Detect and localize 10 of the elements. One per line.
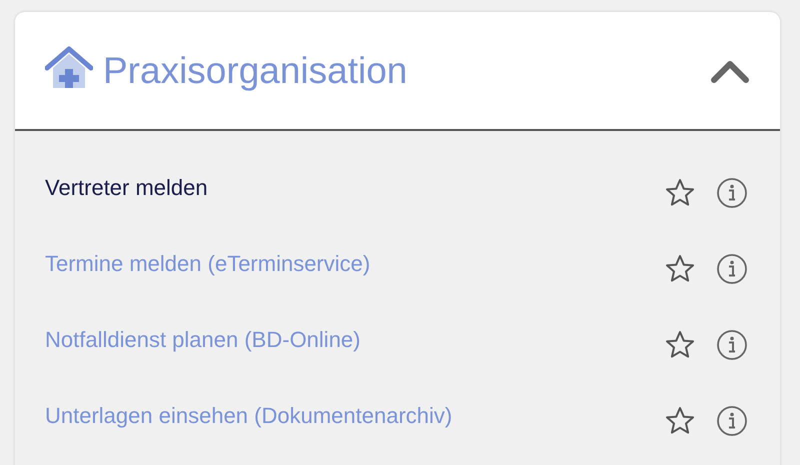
menu-link[interactable]: Unterlagen einsehen (Dokumentenarchiv) <box>45 403 664 429</box>
info-icon[interactable] <box>716 253 748 285</box>
info-icon[interactable] <box>716 405 748 437</box>
medical-house-icon <box>45 46 93 90</box>
info-icon[interactable] <box>716 329 748 361</box>
menu-link[interactable]: Termine melden (eTerminservice) <box>45 251 664 277</box>
menu-link[interactable]: Notfalldienst planen (BD-Online) <box>45 327 664 353</box>
menu-link[interactable]: Vertreter melden <box>45 175 664 201</box>
info-icon[interactable] <box>716 177 748 209</box>
panel-title: Praxisorganisation <box>103 50 408 92</box>
